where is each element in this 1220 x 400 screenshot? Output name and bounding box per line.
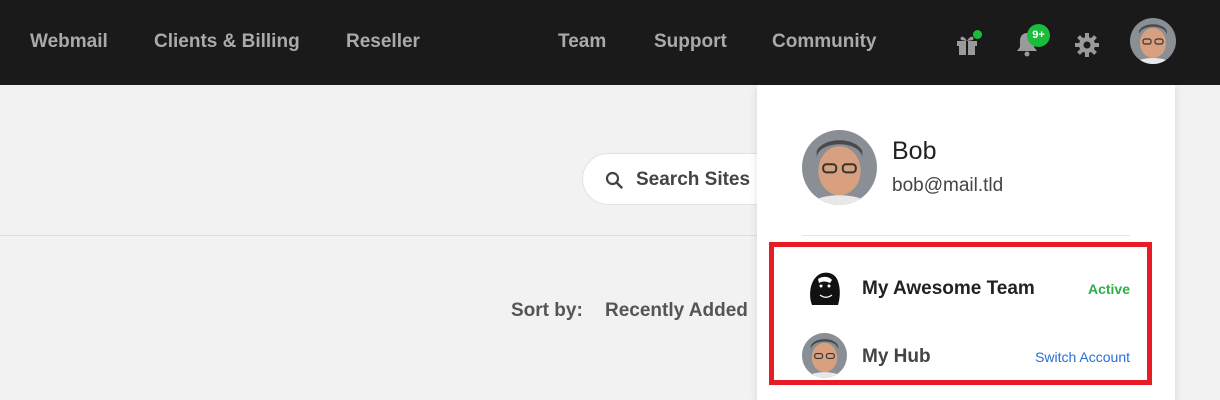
account-row-team[interactable]: My Awesome Team Active [802, 265, 1130, 313]
profile-dropdown: Bob bob@mail.tld My Awesome Team Active [757, 85, 1175, 400]
panel-divider [802, 235, 1130, 236]
nav-link-clients-billing[interactable]: Clients & Billing [154, 31, 300, 53]
user-photo-icon [802, 130, 877, 205]
nav-link-webmail[interactable]: Webmail [30, 31, 108, 53]
gorilla-logo-icon [802, 265, 847, 310]
sort-dropdown[interactable]: Recently Added [605, 300, 748, 322]
content-divider [0, 235, 757, 236]
account-name-hub: My Hub [862, 346, 931, 367]
account-row-hub[interactable]: My Hub Switch Account [802, 333, 1130, 381]
nav-link-team[interactable]: Team [558, 31, 606, 53]
nav-link-support[interactable]: Support [654, 31, 727, 53]
status-active-badge: Active [1087, 281, 1130, 297]
gear-icon[interactable] [1074, 32, 1100, 58]
user-avatar-button[interactable] [1130, 18, 1176, 64]
profile-email: bob@mail.tld [892, 175, 1004, 196]
top-navigation-bar: Webmail Clients & Billing Reseller Team … [0, 0, 1220, 85]
search-icon [605, 171, 623, 189]
nav-link-reseller[interactable]: Reseller [346, 31, 420, 53]
nav-link-community[interactable]: Community [772, 31, 877, 53]
gift-notification-dot [973, 30, 982, 39]
user-photo-icon [1130, 18, 1176, 64]
sort-by-label: Sort by: [511, 300, 583, 321]
profile-name: Bob [892, 137, 937, 165]
search-placeholder: Search Sites [636, 169, 751, 190]
user-photo-icon [802, 333, 847, 378]
account-name-team: My Awesome Team [862, 278, 1035, 299]
switch-account-link[interactable]: Switch Account [1035, 349, 1130, 365]
notification-badge: 9+ [1027, 24, 1050, 47]
profile-avatar [802, 130, 877, 205]
